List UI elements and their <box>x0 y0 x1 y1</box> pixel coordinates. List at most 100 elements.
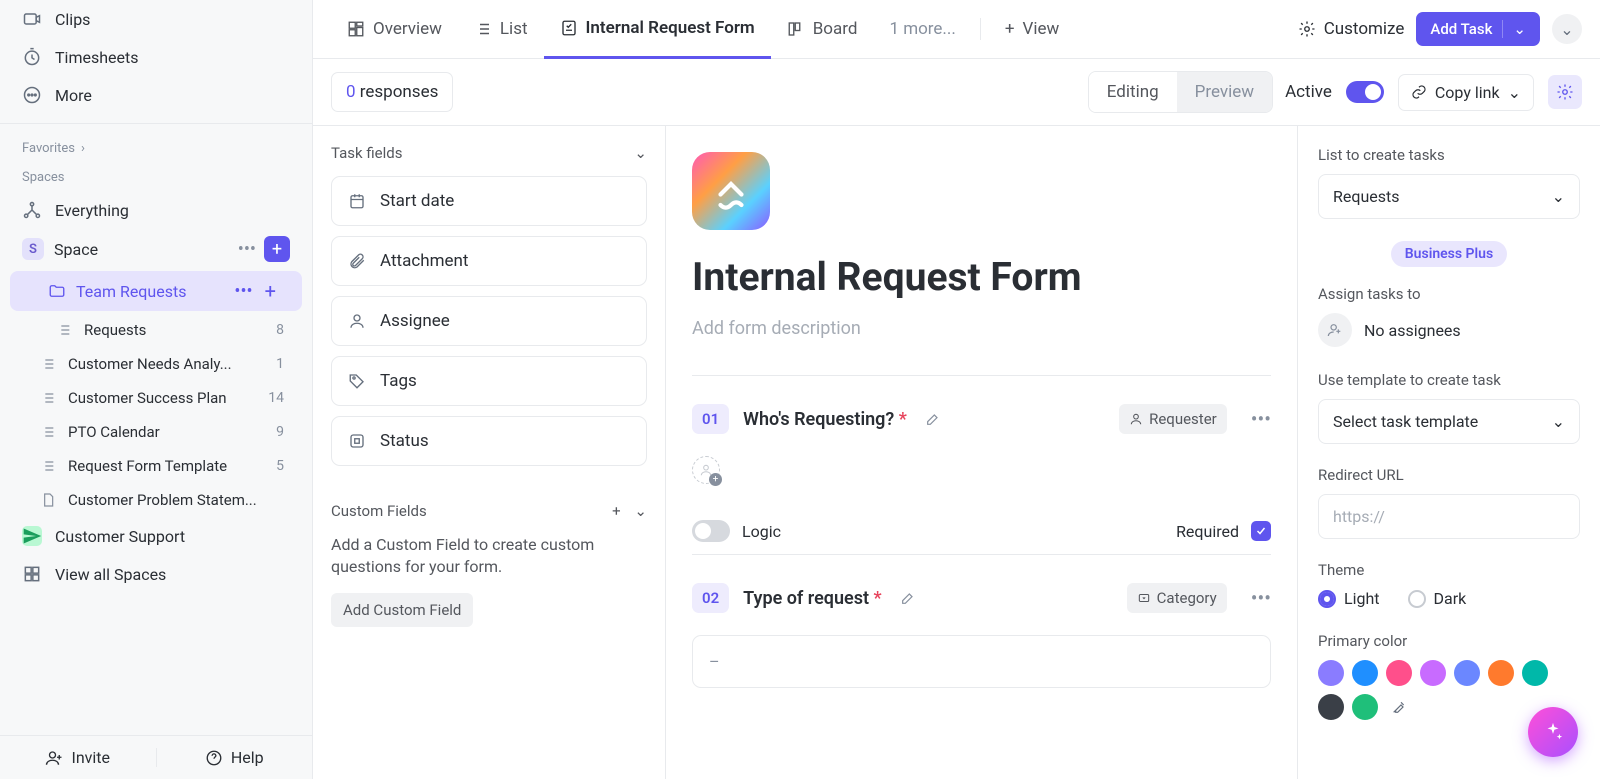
responses-button[interactable]: 0 responses <box>331 72 453 112</box>
color-swatch[interactable] <box>1420 660 1446 686</box>
question-title[interactable]: Who's Requesting? * <box>743 409 907 430</box>
help-button[interactable]: Help <box>157 748 313 767</box>
assign-label: Assign tasks to <box>1318 285 1580 303</box>
tab-internal-request-form[interactable]: Internal Request Form <box>544 1 771 59</box>
list-icon <box>40 424 56 440</box>
question-card-1[interactable]: 01 Who's Requesting? * Requester ••• + <box>692 375 1271 542</box>
template-select[interactable]: Select task template ⌄ <box>1318 399 1580 444</box>
theme-label: Theme <box>1318 561 1580 579</box>
active-label: Active <box>1285 82 1332 102</box>
field-status[interactable]: Status <box>331 416 647 466</box>
field-attachment[interactable]: Attachment <box>331 236 647 286</box>
color-swatch[interactable] <box>1352 660 1378 686</box>
add-view-button[interactable]: + View <box>989 0 1075 58</box>
form-builder: Task fields ⌄ Start date Attachment Assi… <box>313 126 1600 779</box>
folder-icon <box>48 282 66 300</box>
more-icon <box>22 85 42 105</box>
list-to-create-select[interactable]: Requests ⌄ <box>1318 174 1580 219</box>
list-icon <box>474 20 492 38</box>
customize-button[interactable]: Customize <box>1298 19 1405 39</box>
list-icon <box>40 356 56 372</box>
color-swatch[interactable] <box>1318 660 1344 686</box>
form-settings-button[interactable] <box>1548 75 1582 109</box>
sidebar-list-item[interactable]: Customer Success Plan 14 <box>0 381 312 415</box>
form-logo[interactable] <box>692 152 770 230</box>
form-title[interactable]: Internal Request Form <box>692 254 1271 300</box>
tab-more[interactable]: 1 more... <box>873 0 971 58</box>
board-icon <box>787 20 805 38</box>
sidebar-item-everything[interactable]: Everything <box>0 191 312 229</box>
eyedropper-button[interactable] <box>1386 694 1412 720</box>
field-type-badge[interactable]: Category <box>1127 583 1227 613</box>
custom-fields-header[interactable]: Custom Fields + ⌄ <box>331 502 647 520</box>
add-in-space-button[interactable]: + <box>264 236 290 262</box>
assignee-placeholder[interactable]: + <box>692 456 720 484</box>
copy-link-button[interactable]: Copy link ⌄ <box>1398 74 1534 111</box>
theme-dark-radio[interactable]: Dark <box>1408 589 1467 608</box>
add-custom-field-button[interactable]: Add Custom Field <box>331 593 473 627</box>
color-swatch[interactable] <box>1352 694 1378 720</box>
color-swatch[interactable] <box>1454 660 1480 686</box>
invite-button[interactable]: Invite <box>0 748 157 767</box>
sidebar-item-clips[interactable]: Clips <box>0 0 312 38</box>
space-menu-icon[interactable]: ••• <box>234 239 260 260</box>
field-assignee[interactable]: Assignee <box>331 296 647 346</box>
question-card-2[interactable]: 02 Type of request * Category ••• – <box>692 554 1271 688</box>
favorites-header[interactable]: Favorites › <box>0 133 312 162</box>
ai-fab-button[interactable] <box>1528 707 1578 757</box>
edit-icon[interactable] <box>925 411 941 427</box>
sidebar-list-item[interactable]: Request Form Template 5 <box>0 449 312 483</box>
edit-icon[interactable] <box>900 590 916 606</box>
task-fields-header[interactable]: Task fields ⌄ <box>331 144 647 162</box>
attachment-icon <box>348 252 366 270</box>
color-swatch[interactable] <box>1318 694 1344 720</box>
sidebar-list-item[interactable]: Customer Problem Statem... <box>0 483 312 517</box>
tab-list[interactable]: List <box>458 0 544 58</box>
chevron-right-icon: › <box>81 141 85 156</box>
plus-icon[interactable]: + <box>612 502 621 520</box>
field-type-badge[interactable]: Requester <box>1119 404 1227 434</box>
person-icon <box>1129 412 1143 426</box>
sidebar-item-more[interactable]: More <box>0 76 312 114</box>
sidebar-item-support[interactable]: Customer Support <box>0 517 312 555</box>
add-in-folder-button[interactable]: + <box>261 279 280 303</box>
sidebar-item-view-all[interactable]: View all Spaces <box>0 555 312 593</box>
sidebar-folder-team-requests[interactable]: Team Requests ••• + <box>10 271 302 311</box>
color-swatch[interactable] <box>1488 660 1514 686</box>
chevron-down-icon[interactable]: ⌄ <box>1502 20 1526 38</box>
chevron-down-icon: ⌄ <box>1508 83 1521 102</box>
color-swatch[interactable] <box>1522 660 1548 686</box>
add-task-button[interactable]: Add Task ⌄ <box>1416 12 1540 46</box>
logic-toggle[interactable] <box>692 520 730 542</box>
sidebar-space[interactable]: S Space ••• + <box>0 229 312 269</box>
editing-tab[interactable]: Editing <box>1089 72 1177 112</box>
overflow-button[interactable]: ⌄ <box>1552 14 1582 44</box>
dropdown-placeholder[interactable]: – <box>692 635 1271 688</box>
field-start-date[interactable]: Start date <box>331 176 647 226</box>
sidebar-list-requests[interactable]: Requests 8 <box>0 313 312 347</box>
preview-tab[interactable]: Preview <box>1177 72 1272 112</box>
sidebar-list-item[interactable]: PTO Calendar 9 <box>0 415 312 449</box>
question-menu-icon[interactable]: ••• <box>1251 586 1271 610</box>
edit-preview-segment: Editing Preview <box>1088 71 1273 113</box>
folder-menu-icon[interactable]: ••• <box>230 281 256 302</box>
required-checkbox[interactable] <box>1251 521 1271 541</box>
theme-light-radio[interactable]: Light <box>1318 589 1380 608</box>
sidebar-list-item[interactable]: Customer Needs Analy... 1 <box>0 347 312 381</box>
fields-panel: Task fields ⌄ Start date Attachment Assi… <box>313 126 666 779</box>
question-title[interactable]: Type of request * <box>743 588 881 609</box>
tab-board[interactable]: Board <box>771 0 874 58</box>
assign-tasks-button[interactable]: No assignees <box>1318 313 1580 347</box>
field-tags[interactable]: Tags <box>331 356 647 406</box>
color-swatch[interactable] <box>1386 660 1412 686</box>
chevron-down-icon: ⌄ <box>634 144 647 162</box>
form-description-input[interactable]: Add form description <box>692 318 1271 339</box>
tab-overview[interactable]: Overview <box>331 0 458 58</box>
help-icon <box>205 749 223 767</box>
sidebar-item-timesheets[interactable]: Timesheets <box>0 38 312 76</box>
question-menu-icon[interactable]: ••• <box>1251 407 1271 431</box>
add-assignee-icon <box>1318 313 1352 347</box>
redirect-url-input[interactable]: https:// <box>1318 494 1580 539</box>
active-toggle[interactable] <box>1346 81 1384 103</box>
label: Timesheets <box>55 48 138 67</box>
